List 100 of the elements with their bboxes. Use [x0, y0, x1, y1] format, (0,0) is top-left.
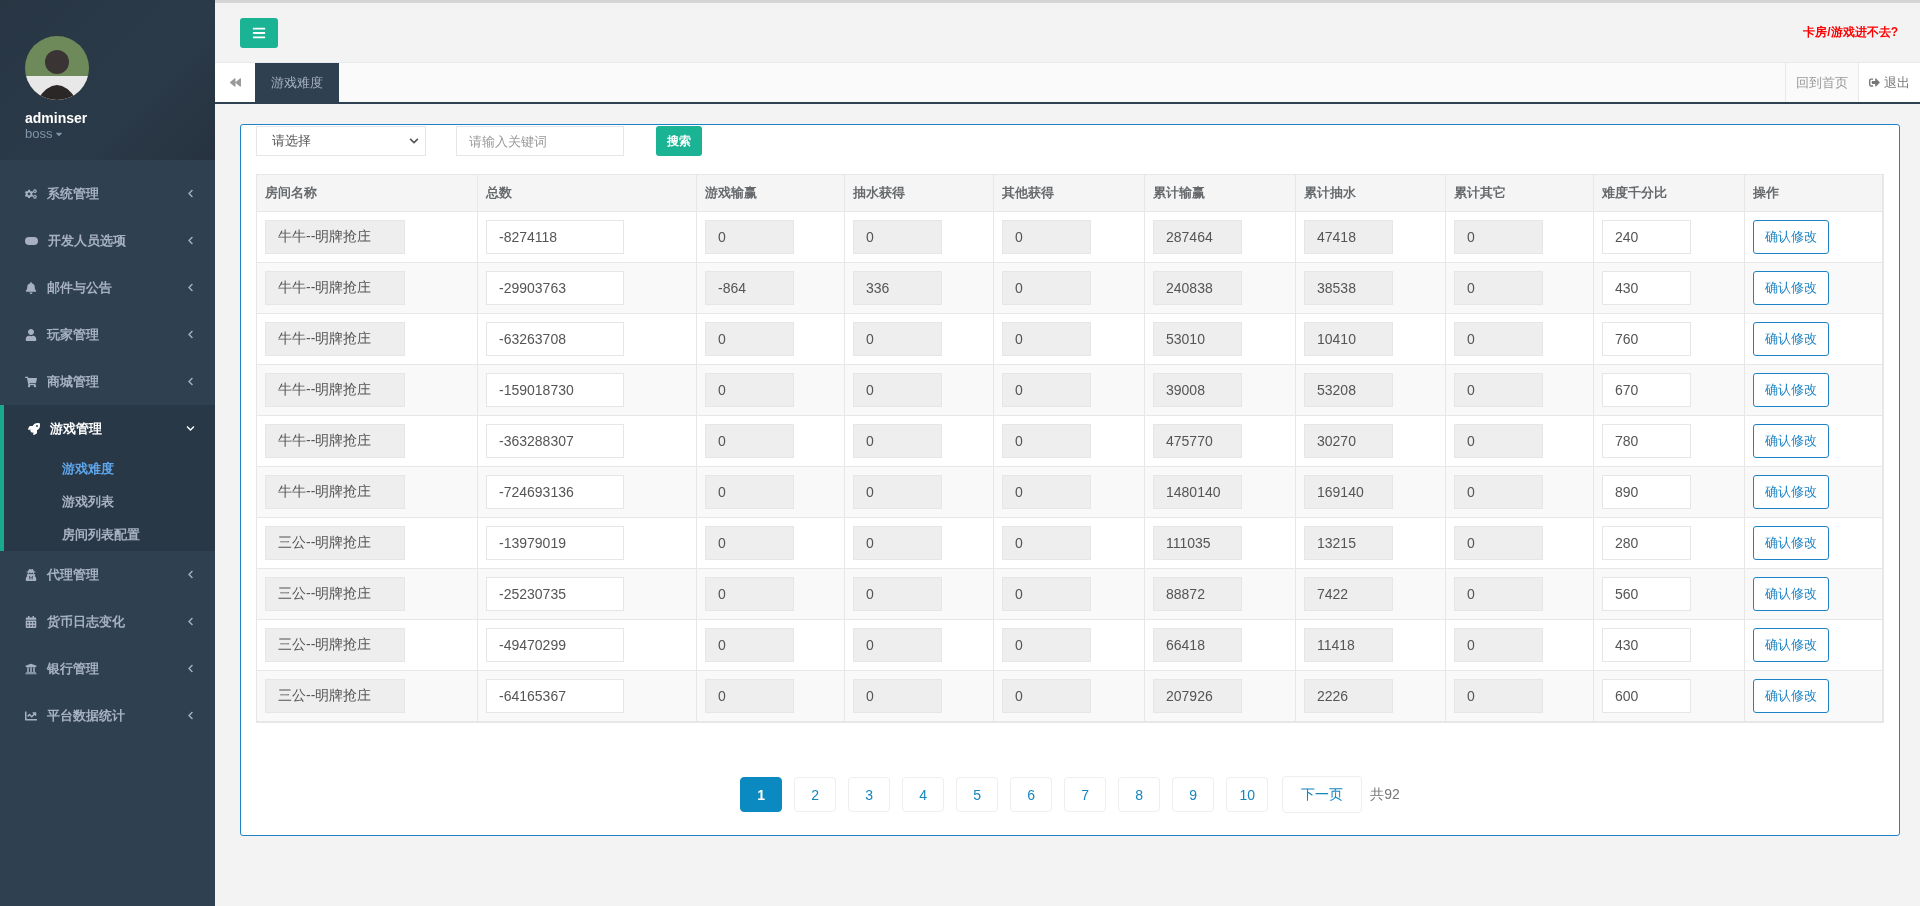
page-button[interactable]: 9: [1172, 777, 1215, 812]
value-field[interactable]: 780: [1602, 424, 1691, 458]
next-page-button[interactable]: 下一页: [1282, 776, 1363, 813]
confirm-button[interactable]: 确认修改: [1753, 577, 1829, 611]
page-button[interactable]: 10: [1226, 777, 1269, 812]
page-button[interactable]: 6: [1010, 777, 1053, 812]
role-dropdown[interactable]: boss: [25, 126, 215, 141]
menu-item[interactable]: 游戏管理: [4, 405, 215, 452]
readonly-field: 47418: [1304, 220, 1393, 254]
submenu-item[interactable]: 游戏难度: [4, 452, 215, 485]
user-name: adminser: [25, 110, 89, 126]
value-field[interactable]: -49470299: [486, 628, 624, 662]
readonly-field: 475770: [1153, 424, 1242, 458]
menu-item[interactable]: 代理管理: [0, 551, 215, 598]
readonly-field: 三公--明牌抢庄: [265, 628, 405, 662]
scroll-left-button[interactable]: [215, 63, 255, 102]
confirm-button[interactable]: 确认修改: [1753, 679, 1829, 713]
readonly-field: 0: [1002, 577, 1091, 611]
bank-icon: [25, 662, 37, 675]
readonly-field: 0: [1002, 526, 1091, 560]
value-field[interactable]: 890: [1602, 475, 1691, 509]
value-field[interactable]: 430: [1602, 628, 1691, 662]
readonly-field: 三公--明牌抢庄: [265, 577, 405, 611]
value-field[interactable]: 280: [1602, 526, 1691, 560]
menu-button[interactable]: [240, 17, 278, 48]
chevron-left-icon: [186, 570, 195, 579]
submenu-item[interactable]: 房间列表配置: [4, 518, 215, 551]
page-button[interactable]: 1: [740, 777, 783, 812]
confirm-button[interactable]: 确认修改: [1753, 220, 1829, 254]
confirm-button[interactable]: 确认修改: [1753, 475, 1829, 509]
notice-link[interactable]: 卡房/游戏进不去?: [1803, 24, 1898, 41]
gears-icon: [25, 187, 37, 200]
readonly-field: 7422: [1304, 577, 1393, 611]
value-field[interactable]: 760: [1602, 322, 1691, 356]
readonly-field: 30270: [1304, 424, 1393, 458]
value-field[interactable]: -13979019: [486, 526, 624, 560]
readonly-field: 牛牛--明牌抢庄: [265, 475, 405, 509]
value-field[interactable]: 560: [1602, 577, 1691, 611]
value-field[interactable]: -159018730: [486, 373, 624, 407]
value-field[interactable]: -363288307: [486, 424, 624, 458]
confirm-button[interactable]: 确认修改: [1753, 628, 1829, 662]
chevron-left-icon: [186, 617, 195, 626]
page-button[interactable]: 7: [1064, 777, 1107, 812]
category-select[interactable]: 请选择: [256, 126, 426, 156]
readonly-field: 1480140: [1153, 475, 1242, 509]
menu-item[interactable]: 平台数据统计: [0, 692, 215, 739]
readonly-field: 66418: [1153, 628, 1242, 662]
submenu-item[interactable]: 游戏列表: [4, 485, 215, 518]
readonly-field: 53010: [1153, 322, 1242, 356]
rocket-icon: [28, 422, 40, 435]
confirm-button[interactable]: 确认修改: [1753, 424, 1829, 458]
logout-button[interactable]: 退出: [1858, 63, 1920, 102]
menu-item[interactable]: 开发人员选项: [0, 217, 215, 264]
value-field[interactable]: 670: [1602, 373, 1691, 407]
value-field[interactable]: -63263708: [486, 322, 624, 356]
keyword-field[interactable]: 请输入关键词: [456, 126, 624, 156]
confirm-button[interactable]: 确认修改: [1753, 271, 1829, 305]
value-field[interactable]: -64165367: [486, 679, 624, 713]
readonly-field: 0: [705, 679, 794, 713]
column-header: 抽水获得: [845, 175, 994, 212]
total-pages: 共92: [1370, 785, 1400, 804]
menu-item[interactable]: 邮件与公告: [0, 264, 215, 311]
tab[interactable]: 游戏难度: [255, 63, 339, 102]
readonly-field: 0: [1454, 526, 1543, 560]
menu-item[interactable]: 商城管理: [0, 358, 215, 405]
page-button[interactable]: 2: [794, 777, 837, 812]
readonly-field: 0: [1454, 424, 1543, 458]
confirm-button[interactable]: 确认修改: [1753, 526, 1829, 560]
search-button[interactable]: 搜索: [656, 126, 702, 156]
value-field[interactable]: -8274118: [486, 220, 624, 254]
menu-item[interactable]: 系统管理: [0, 170, 215, 217]
column-header: 难度千分比: [1594, 175, 1745, 212]
menu-item[interactable]: 银行管理: [0, 645, 215, 692]
column-header: 房间名称: [257, 175, 478, 212]
column-header: 累计抽水: [1296, 175, 1446, 212]
readonly-field: 0: [1002, 322, 1091, 356]
value-field[interactable]: 430: [1602, 271, 1691, 305]
readonly-field: 0: [1002, 271, 1091, 305]
value-field[interactable]: -25230735: [486, 577, 624, 611]
value-field[interactable]: 600: [1602, 679, 1691, 713]
column-header: 总数: [478, 175, 697, 212]
menu-item[interactable]: 货币日志变化: [0, 598, 215, 645]
value-field[interactable]: -724693136: [486, 475, 624, 509]
value-field[interactable]: -29903763: [486, 271, 624, 305]
readonly-field: 111035: [1153, 526, 1242, 560]
readonly-field: 牛牛--明牌抢庄: [265, 373, 405, 407]
page-button[interactable]: 8: [1118, 777, 1161, 812]
user-icon: [25, 328, 37, 341]
readonly-field: 0: [1002, 373, 1091, 407]
chevron-left-icon: [186, 711, 195, 720]
readonly-field: 0: [1454, 577, 1543, 611]
value-field[interactable]: 240: [1602, 220, 1691, 254]
menu-item[interactable]: 玩家管理: [0, 311, 215, 358]
readonly-field: 0: [705, 424, 794, 458]
page-button[interactable]: 5: [956, 777, 999, 812]
page-button[interactable]: 3: [848, 777, 891, 812]
page-button[interactable]: 4: [902, 777, 945, 812]
confirm-button[interactable]: 确认修改: [1753, 322, 1829, 356]
readonly-field: 0: [705, 628, 794, 662]
confirm-button[interactable]: 确认修改: [1753, 373, 1829, 407]
